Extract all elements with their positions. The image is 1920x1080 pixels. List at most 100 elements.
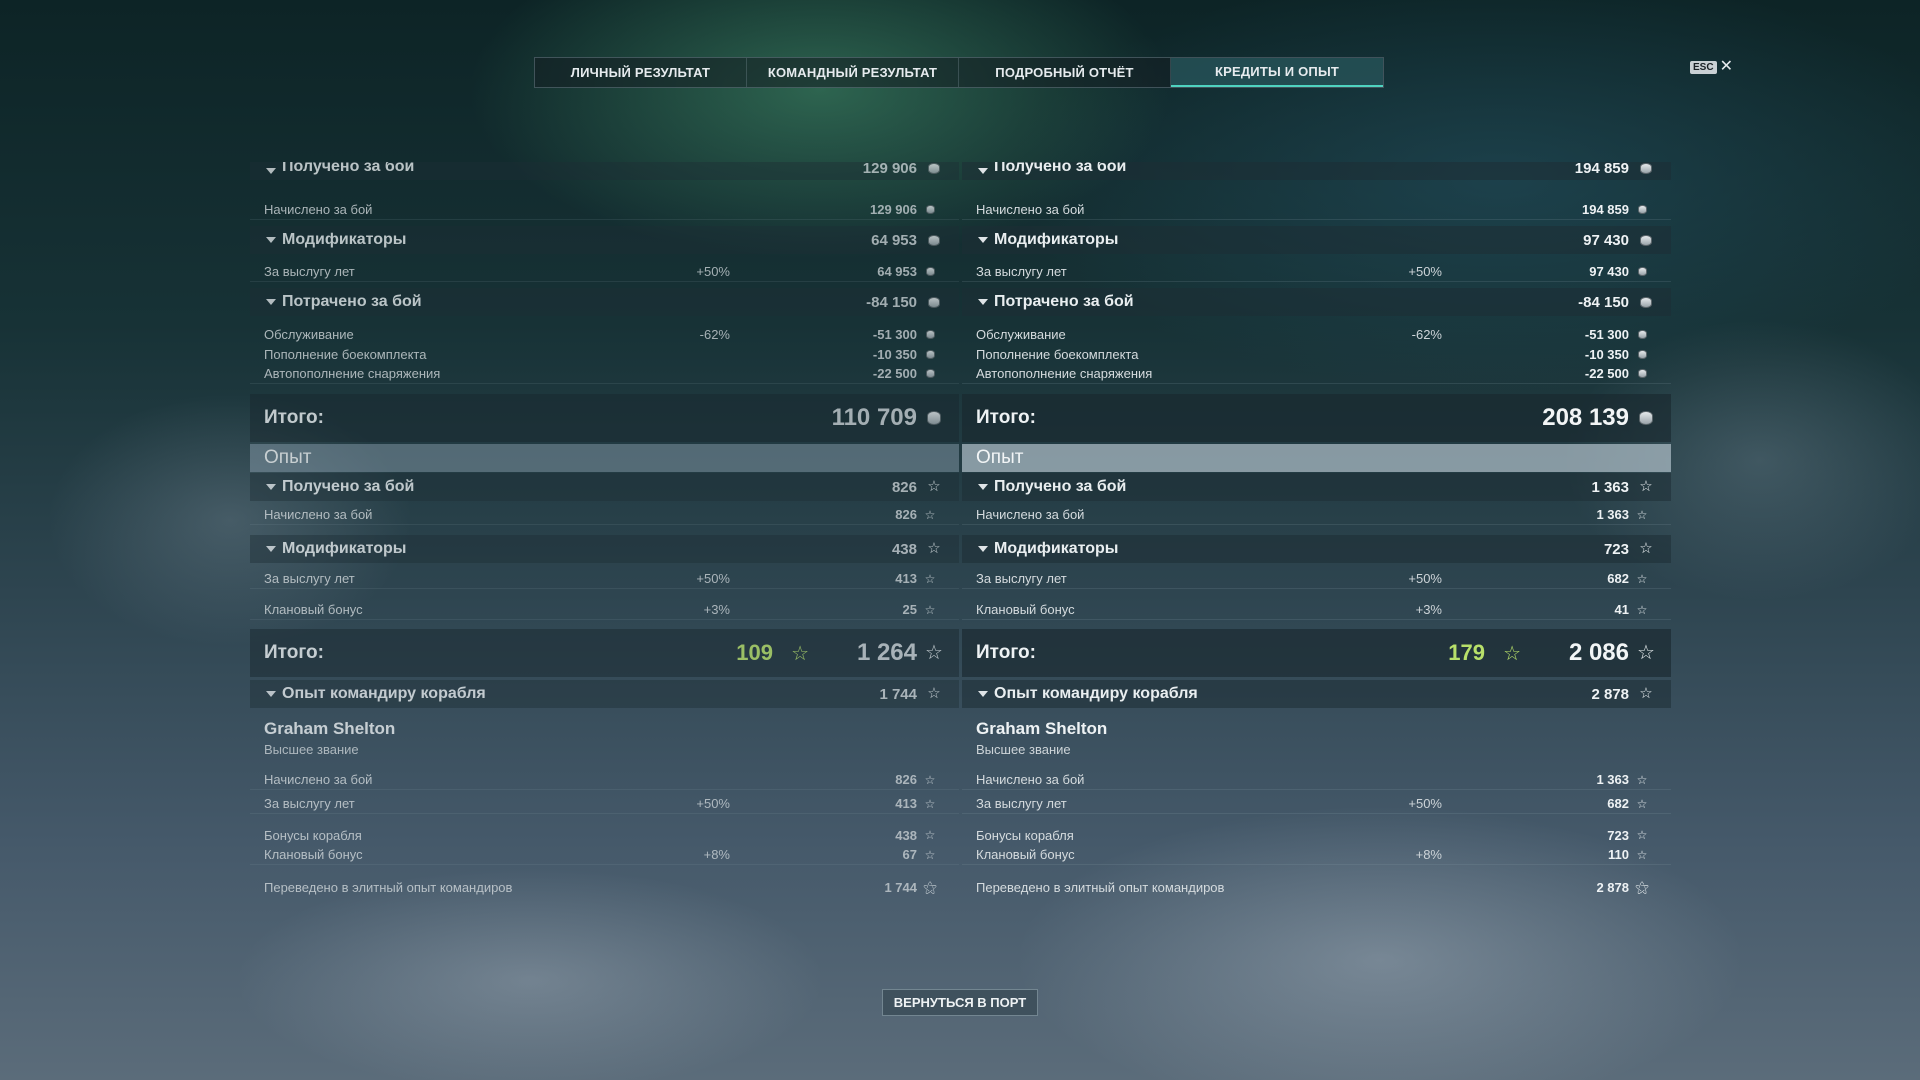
experience-header: Опыт	[250, 444, 959, 472]
ammo-row: Пополнение боекомплекта -10 350	[250, 344, 959, 364]
coin-icon	[927, 233, 941, 247]
ship-bonuses-row: Бонусы корабля 723 ☆	[962, 825, 1671, 845]
close-button[interactable]: ESC ✕	[1690, 59, 1733, 75]
commander-exp-row[interactable]: Опыт командиру корабля 2 878 ☆	[962, 680, 1671, 708]
row-label: Бонусы корабля	[264, 827, 362, 843]
section-label: Опыт командиру корабля	[994, 685, 1198, 702]
coin-icon	[1635, 203, 1649, 217]
exp-received-row[interactable]: Получено за бой 826 ☆	[250, 473, 959, 501]
credits-received-row[interactable]: Получено за бой 194 859	[962, 162, 1671, 180]
free-exp-star-icon: ☆	[791, 642, 809, 665]
star-icon: ☆	[924, 507, 936, 522]
row-value: 1 363	[1596, 772, 1629, 787]
elite-transfer-row: Переведено в элитный опыт командиров 1 7…	[250, 877, 959, 897]
credits-modifiers-row[interactable]: Модификаторы 97 430	[962, 226, 1671, 254]
ship-bonuses-row: Бонусы корабля 438 ☆	[250, 825, 959, 845]
chevron-down-icon	[978, 168, 988, 174]
chevron-down-icon	[978, 237, 988, 243]
chevron-down-icon	[266, 299, 276, 305]
section-label: Получено за бой	[282, 162, 415, 175]
credits-total-value: 208 139	[1542, 404, 1629, 431]
elite-exp-icon: ⚝	[1635, 878, 1649, 895]
exp-modifiers-row[interactable]: Модификаторы 438 ☆	[250, 535, 959, 563]
tab-team-result[interactable]: КОМАНДНЫЙ РЕЗУЛЬТАТ	[747, 58, 959, 87]
row-percent: +50%	[1408, 264, 1442, 279]
autosupply-row: Автопополнение снаряжения -22 500	[962, 364, 1671, 384]
tab-personal-result[interactable]: ЛИЧНЫЙ РЕЗУЛЬТАТ	[535, 58, 747, 87]
chevron-down-icon	[266, 168, 276, 174]
row-value: 110	[1608, 847, 1629, 862]
chevron-down-icon	[978, 691, 988, 697]
exp-modifiers-row[interactable]: Модификаторы 723 ☆	[962, 535, 1671, 563]
row-label: За выслугу лет	[264, 264, 355, 279]
section-value: 64 953	[871, 231, 917, 249]
star-icon: ☆	[927, 540, 941, 557]
coin-icon	[1639, 295, 1653, 309]
row-percent: +3%	[703, 602, 730, 617]
clan-bonus-row: Клановый бонус +8% 67 ☆	[250, 845, 959, 865]
row-label: Обслуживание	[264, 326, 354, 342]
standard-results-column: Получено за бой 129 906 Начислено за бой…	[250, 162, 959, 903]
star-icon: ☆	[1636, 772, 1648, 787]
star-icon: ☆	[924, 602, 936, 617]
exp-total-value: 1 264	[856, 639, 917, 666]
service-row: Обслуживание -62% -51 300	[250, 324, 959, 344]
experience-title: Опыт	[976, 447, 1024, 468]
row-label: Клановый бонус	[264, 602, 363, 617]
chevron-down-icon	[978, 299, 988, 305]
credits-received-row[interactable]: Получено за бой 129 906	[250, 162, 959, 180]
coin-icon	[1639, 233, 1653, 247]
seniority-row: За выслугу лет +50% 97 430	[962, 262, 1671, 282]
total-label: Итого:	[976, 642, 1036, 663]
commander-info: Graham Shelton Высшее звание	[962, 719, 1671, 759]
free-exp-star-icon: ☆	[1503, 642, 1521, 665]
star-icon: ☆	[927, 478, 941, 495]
earned-row: Начислено за бой 826 ☆	[250, 770, 959, 790]
coin-icon	[1635, 265, 1649, 279]
row-label: Автопополнение снаряжения	[976, 366, 1153, 381]
exp-received-row[interactable]: Получено за бой 1 363 ☆	[962, 473, 1671, 501]
row-value: -51 300	[1584, 326, 1629, 342]
credits-total-row: Итого: 110 709	[250, 394, 959, 442]
exp-total-row: Итого: 179 ☆ 2 086 ☆	[962, 629, 1671, 677]
coin-icon	[923, 327, 937, 341]
seniority-row: За выслугу лет +50% 64 953	[250, 262, 959, 282]
earned-row: Начислено за бой 1 363 ☆	[962, 770, 1671, 790]
row-value: -10 350	[1584, 346, 1629, 362]
earned-row: Начислено за бой 129 906	[250, 200, 959, 220]
tab-credits-and-exp[interactable]: КРЕДИТЫ И ОПЫТ	[1171, 58, 1383, 87]
tab-detailed-report[interactable]: ПОДРОБНЫЙ ОТЧЁТ	[959, 58, 1171, 87]
row-label: Переведено в элитный опыт командиров	[976, 879, 1225, 895]
section-value: 438	[891, 540, 917, 558]
commander-exp-row[interactable]: Опыт командиру корабля 1 744 ☆	[250, 680, 959, 708]
section-value: 826	[891, 478, 917, 496]
elite-exp-icon: ⚝	[923, 878, 937, 895]
seniority-row: За выслугу лет +50% 682 ☆	[962, 569, 1671, 589]
star-icon: ☆	[1636, 796, 1648, 811]
row-label: За выслугу лет	[264, 796, 355, 811]
row-value: 1 363	[1596, 507, 1629, 522]
row-label: За выслугу лет	[976, 796, 1067, 811]
coin-icon	[927, 295, 941, 309]
service-row: Обслуживание -62% -51 300	[962, 324, 1671, 344]
credits-spent-row[interactable]: Потрачено за бой -84 150	[250, 288, 959, 316]
credits-modifiers-row[interactable]: Модификаторы 64 953	[250, 226, 959, 254]
credits-total-row: Итого: 208 139	[962, 394, 1671, 442]
experience-title: Опыт	[264, 447, 312, 468]
row-percent: -62%	[699, 326, 730, 342]
coin-icon	[923, 265, 937, 279]
row-percent: -62%	[1411, 326, 1442, 342]
row-percent: +8%	[703, 847, 730, 862]
row-label: Начислено за бой	[264, 202, 373, 217]
row-label: Обслуживание	[976, 326, 1066, 342]
row-label: Автопополнение снаряжения	[264, 366, 441, 381]
clan-bonus-row: Клановый бонус +3% 41 ☆	[962, 600, 1671, 620]
return-to-port-button[interactable]: ВЕРНУТЬСЯ В ПОРТ	[882, 989, 1038, 1016]
coin-icon	[927, 411, 941, 425]
credits-spent-row[interactable]: Потрачено за бой -84 150	[962, 288, 1671, 316]
row-value: 2 878	[1596, 879, 1629, 895]
coin-icon	[1635, 327, 1649, 341]
chevron-down-icon	[266, 691, 276, 697]
earned-row: Начислено за бой 1 363 ☆	[962, 505, 1671, 525]
section-value: -84 150	[866, 293, 917, 311]
